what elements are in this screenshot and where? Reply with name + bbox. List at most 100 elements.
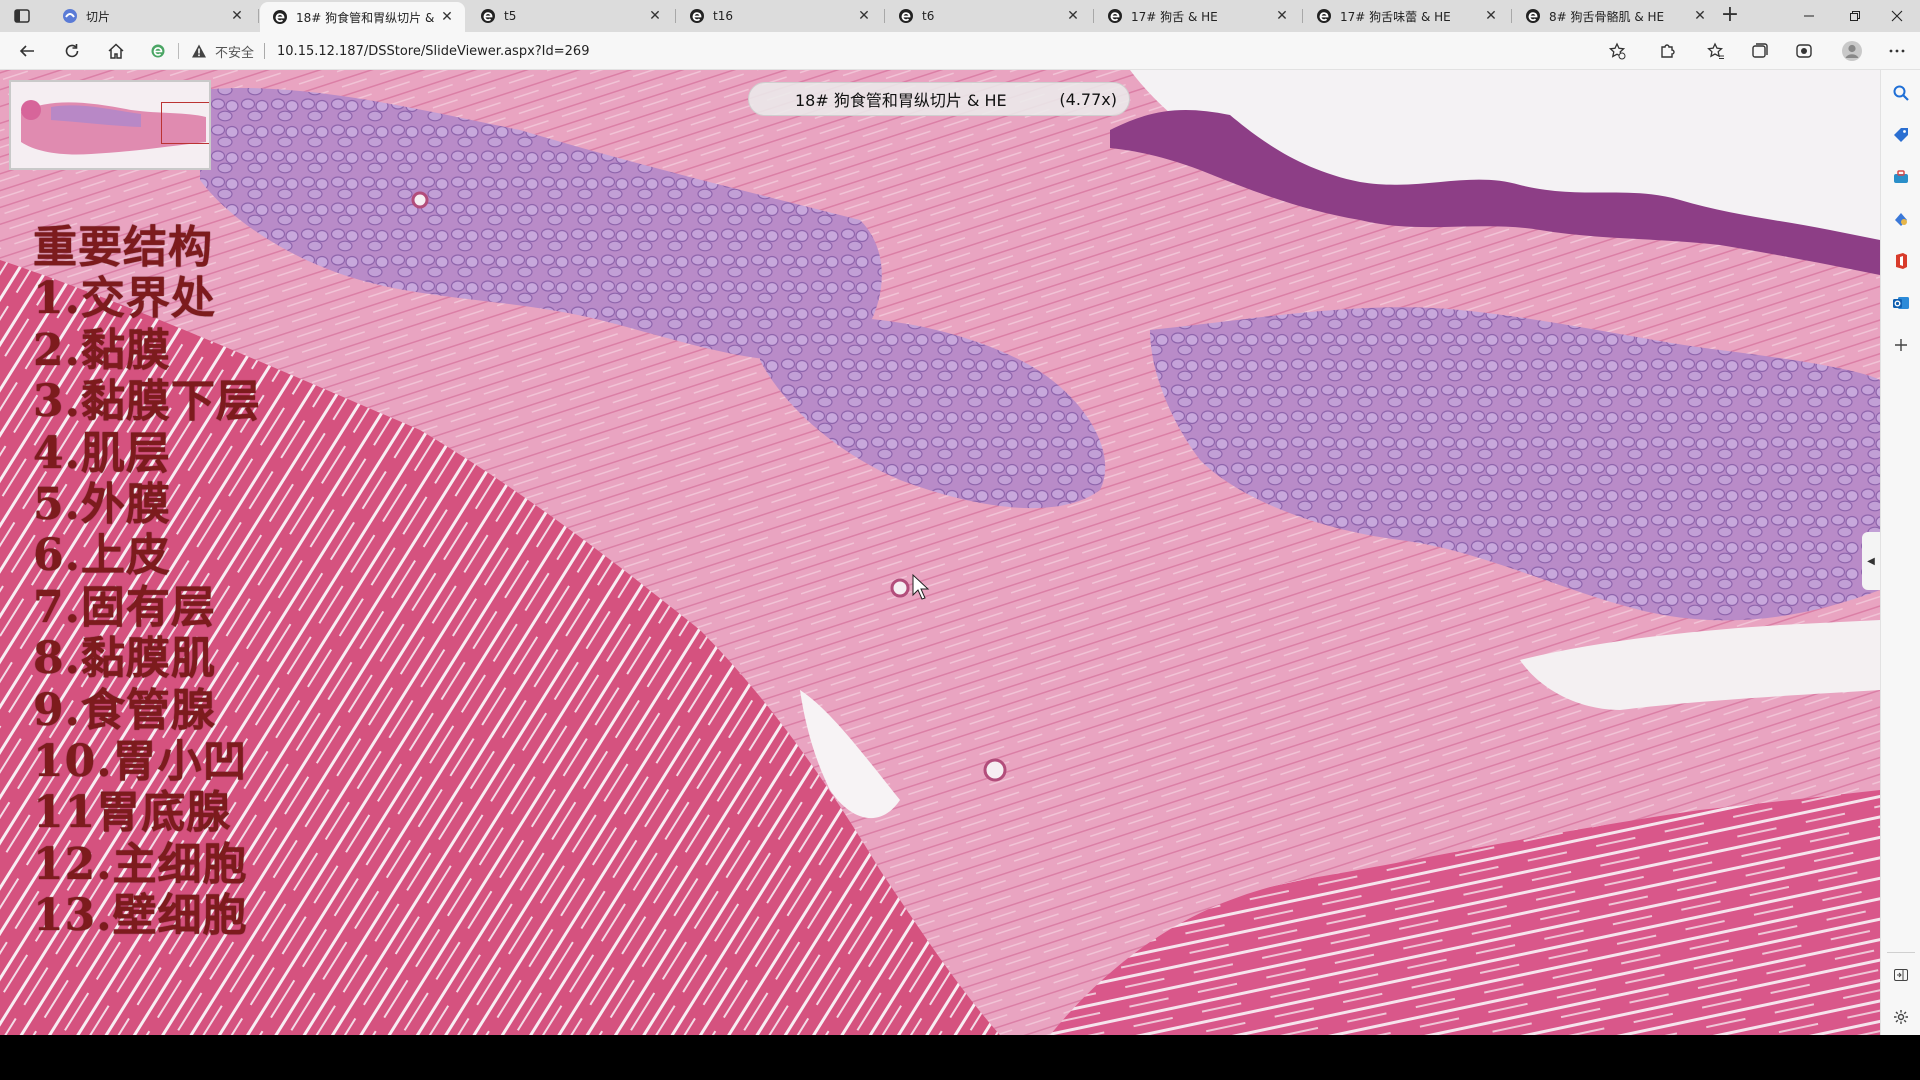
tab-7[interactable]: 8# 狗舌骨骼肌 & HE ✕ [1513, 0, 1718, 32]
slide-overview-thumbnail[interactable] [9, 80, 211, 170]
close-tab-icon[interactable]: ✕ [1065, 8, 1081, 24]
close-tab-icon[interactable]: ✕ [229, 8, 245, 24]
tab-title: 18# 狗食管和胃纵切片 & HE [296, 10, 439, 25]
slide-viewer[interactable]: 18# 狗食管和胃纵切片 & HE (4.77x) 重要结构 1.交界处 2.黏… [0, 70, 1880, 1035]
puzzle-icon [1661, 44, 1675, 58]
search-icon [1893, 85, 1909, 101]
close-icon [1891, 10, 1903, 22]
sidebar-games-button[interactable] [1890, 208, 1912, 230]
edge-e-icon [1108, 9, 1122, 23]
close-tab-icon[interactable]: ✕ [1483, 8, 1499, 24]
back-arrow-icon [19, 45, 34, 57]
annotation-line: 11胃底腺 [33, 787, 232, 839]
url-text[interactable]: 10.15.12.187/DSStore/SlideViewer.aspx?Id… [277, 44, 589, 59]
tab-1[interactable]: 18# 狗食管和胃纵切片 & HE ✕ [260, 2, 465, 32]
favorites-icon [1707, 42, 1724, 59]
tab-6[interactable]: 17# 狗舌味蕾 & HE ✕ [1304, 0, 1509, 32]
tab-separator [675, 9, 676, 23]
close-tab-icon[interactable]: ✕ [1274, 8, 1290, 24]
annotation-line: 1.交界处 [33, 273, 216, 325]
annotation-line: 10.胃小凹 [33, 736, 248, 788]
taskbar-area [0, 1035, 1920, 1080]
slide-title-bar: 18# 狗食管和胃纵切片 & HE (4.77x) [748, 82, 1130, 116]
collections-button[interactable] [1748, 39, 1772, 63]
new-tab-button[interactable]: + [1718, 4, 1742, 28]
profile-button[interactable] [1840, 39, 1864, 63]
add-icon [1895, 339, 1907, 351]
refresh-button[interactable] [60, 39, 84, 63]
annotation-line: 重要结构 [33, 222, 213, 273]
tag-icon [1894, 128, 1908, 142]
home-icon [108, 43, 124, 59]
slide-title: 18# 狗食管和胃纵切片 & HE [795, 91, 1007, 110]
thumbnail-viewport-box[interactable] [161, 102, 209, 144]
tab-title: 17# 狗舌味蕾 & HE [1340, 9, 1451, 24]
tab-4[interactable]: t6 ✕ [886, 0, 1091, 32]
close-window-button[interactable] [1874, 0, 1920, 32]
sidebar-office-button[interactable] [1890, 250, 1912, 272]
settings-more-button[interactable] [1885, 39, 1909, 63]
minimize-icon [1804, 15, 1814, 17]
back-button[interactable] [15, 39, 39, 63]
close-tab-icon[interactable]: ✕ [856, 8, 872, 24]
close-tab-icon[interactable]: ✕ [1692, 8, 1708, 24]
tab-separator [884, 9, 885, 23]
tab-strip: 切片 ✕ 18# 狗食管和胃纵切片 & HE ✕ t5 ✕ t16 ✕ t6 ✕… [0, 0, 1920, 32]
address-bar[interactable]: 不安全 10.15.12.187/DSStore/SlideViewer.asp… [150, 36, 1630, 66]
restore-button[interactable] [1832, 0, 1878, 32]
tab-2[interactable]: t5 ✕ [468, 0, 673, 32]
sidebar-settings-button[interactable] [1890, 1006, 1912, 1028]
star-add-icon [1608, 42, 1626, 60]
minimize-button[interactable] [1786, 0, 1832, 32]
security-label[interactable]: 不安全 [215, 42, 254, 61]
tab-separator [258, 9, 259, 23]
tab-3[interactable]: t16 ✕ [677, 0, 882, 32]
annotation-line: 5.外膜 [33, 479, 171, 531]
tab-title: t5 [504, 9, 517, 23]
edge-e-icon [273, 10, 287, 24]
tab-title: 切片 [86, 9, 111, 24]
close-tab-icon[interactable]: ✕ [647, 8, 663, 24]
edge-e-icon [481, 9, 495, 23]
sidebar-outlook-button[interactable] [1890, 292, 1912, 314]
office-icon [1896, 253, 1907, 269]
sidebar-add-button[interactable] [1890, 334, 1912, 356]
avatar-icon [1842, 41, 1862, 61]
tab-0[interactable]: 切片 ✕ [50, 0, 255, 32]
annotation-line: 2.黏膜 [33, 324, 171, 376]
edge-e-icon [1317, 9, 1331, 23]
sidebar-tools-button[interactable] [1890, 166, 1912, 188]
toolbox-icon [1894, 170, 1908, 183]
edge-e-icon [1526, 9, 1540, 23]
tab-5[interactable]: 17# 狗舌 & HE ✕ [1095, 0, 1300, 32]
tab-title: t16 [713, 9, 733, 23]
extensions-button[interactable] [1655, 39, 1679, 63]
sidebar-shopping-button[interactable] [1890, 124, 1912, 146]
add-favorite-button[interactable] [1605, 39, 1629, 63]
panel-icon [1894, 969, 1908, 981]
annotation-line: 6.上皮 [33, 530, 171, 582]
tab-title: t6 [922, 9, 935, 23]
edge-ie-mode-icon[interactable] [150, 43, 166, 59]
address-divider [264, 43, 266, 59]
favorites-button[interactable] [1704, 39, 1728, 63]
browser-essentials-button[interactable] [1792, 39, 1816, 63]
annotation-line: 13.壁细胞 [33, 890, 248, 942]
annotation-line: 7.固有层 [33, 581, 216, 633]
close-tab-icon[interactable]: ✕ [439, 9, 455, 25]
histology-slide-image[interactable] [0, 70, 1880, 1035]
annotation-line: 9.食管腺 [33, 684, 216, 736]
home-button[interactable] [104, 39, 128, 63]
tab-separator [1302, 9, 1303, 23]
tab-actions-icon[interactable] [12, 6, 32, 26]
annotation-line: 8.黏膜肌 [33, 633, 216, 685]
collapse-panel-button[interactable]: ◀ [1862, 532, 1880, 590]
settings-icon [1894, 1010, 1908, 1024]
sidebar-search-button[interactable] [1890, 82, 1912, 104]
tab-separator [1093, 9, 1094, 23]
warning-icon [192, 44, 206, 58]
browser-toolbar: 不安全 10.15.12.187/DSStore/SlideViewer.asp… [0, 32, 1920, 70]
sidebar-hide-button[interactable] [1890, 964, 1912, 986]
tab-title: 17# 狗舌 & HE [1131, 9, 1218, 24]
annotation-line: 3.黏膜下层 [33, 376, 261, 428]
